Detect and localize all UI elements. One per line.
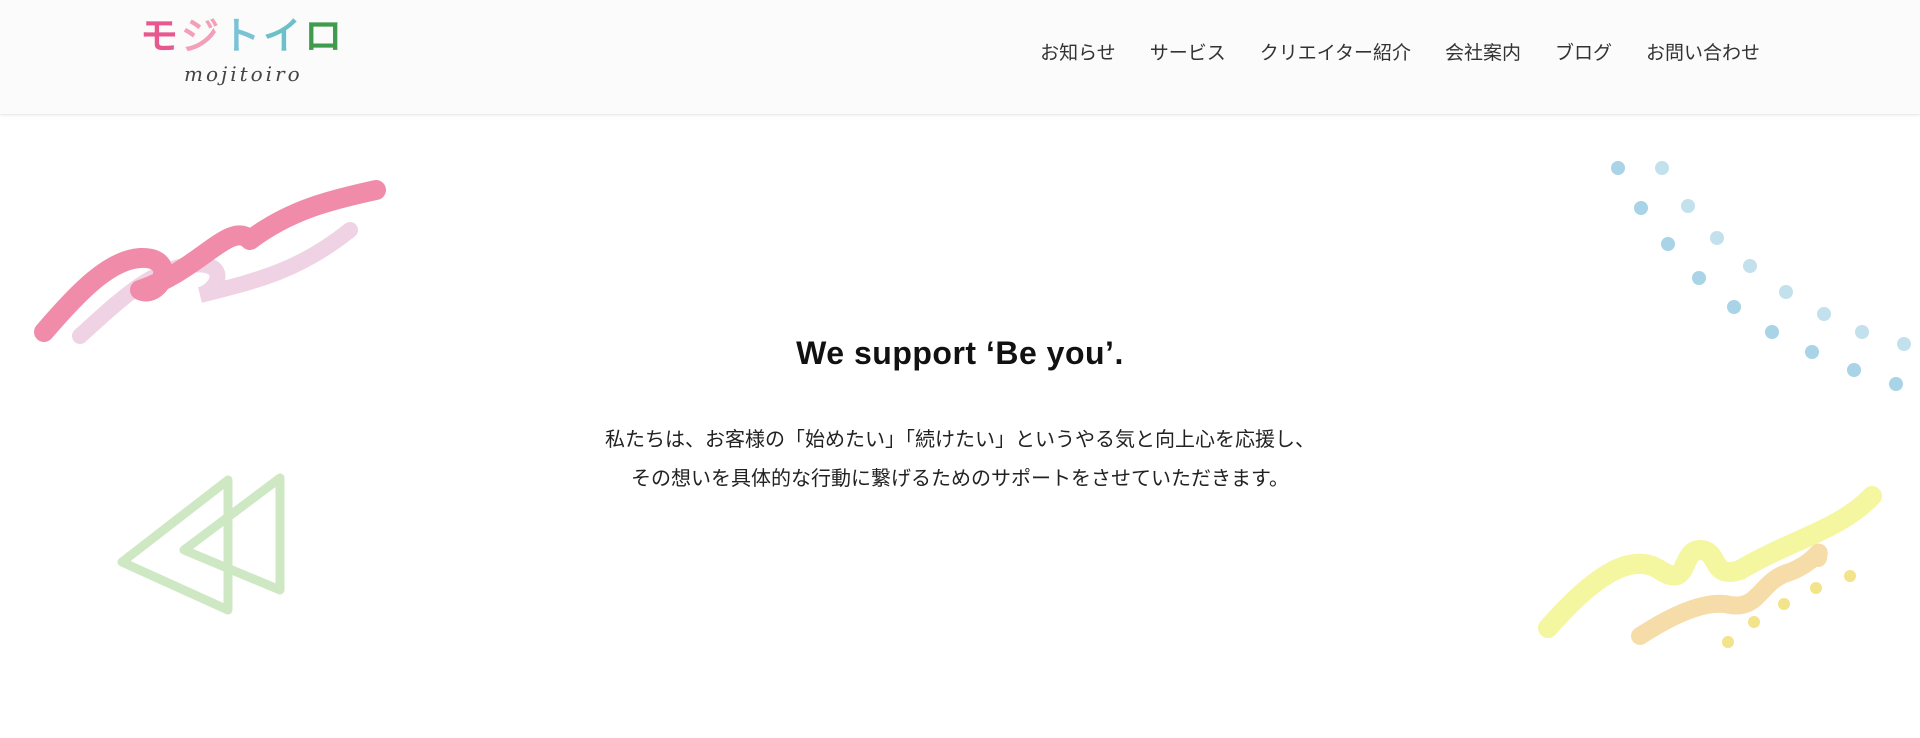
- triangle-outline: [117, 475, 233, 615]
- nav-item-news[interactable]: お知らせ: [1040, 38, 1116, 65]
- dot: [1748, 616, 1760, 628]
- dot: [1681, 199, 1695, 213]
- logo-char: モ: [140, 14, 182, 58]
- logo-roman: mojitoiro: [184, 62, 303, 86]
- dot: [1817, 307, 1831, 321]
- dot: [1692, 271, 1706, 285]
- site-logo[interactable]: モジトイロ mojitoiro: [140, 14, 350, 94]
- logo-kana: モジトイロ: [140, 14, 345, 58]
- yellow-brush-decoration: [1538, 486, 1882, 648]
- hero-title: We support ‘Be you’.: [796, 335, 1124, 372]
- nav-item-company[interactable]: 会社案内: [1445, 38, 1521, 65]
- dot: [1722, 636, 1734, 648]
- pink-stroke: [34, 180, 386, 342]
- dot: [1661, 237, 1675, 251]
- dot: [1810, 582, 1822, 594]
- dot: [1611, 161, 1625, 175]
- hero-line: 私たちは、お客様の「始めたい」「続けたい」というやる気と向上心を応援し、: [605, 427, 1315, 451]
- logo-char: ジ: [181, 14, 223, 58]
- dot: [1889, 377, 1903, 391]
- dot: [1655, 161, 1669, 175]
- dot: [1778, 598, 1790, 610]
- dot: [1727, 300, 1741, 314]
- nav-item-contact[interactable]: お問い合わせ: [1646, 38, 1760, 65]
- hero-description: 私たちは、お客様の「始めたい」「続けたい」というやる気と向上心を応援し、 その想…: [0, 420, 1920, 498]
- dot: [1710, 231, 1724, 245]
- logo-char: ト: [222, 14, 264, 58]
- main-nav: お知らせ サービス クリエイター紹介 会社案内 ブログ お問い合わせ: [1040, 38, 1760, 65]
- dot: [1779, 285, 1793, 299]
- dot: [1634, 201, 1648, 215]
- nav-item-services[interactable]: サービス: [1150, 38, 1226, 65]
- pink-brush-decoration: [34, 180, 386, 344]
- logo-char: ロ: [304, 14, 346, 58]
- site-header: モジトイロ mojitoiro お知らせ サービス クリエイター紹介 会社案内 …: [0, 0, 1920, 115]
- logo-char: イ: [263, 14, 305, 58]
- dot: [1844, 570, 1856, 582]
- hero-line: その想いを具体的な行動に繋げるためのサポートをさせていただきます。: [631, 466, 1289, 490]
- nav-item-creators[interactable]: クリエイター紹介: [1260, 38, 1411, 65]
- dot: [1743, 259, 1757, 273]
- nav-item-blog[interactable]: ブログ: [1555, 38, 1612, 65]
